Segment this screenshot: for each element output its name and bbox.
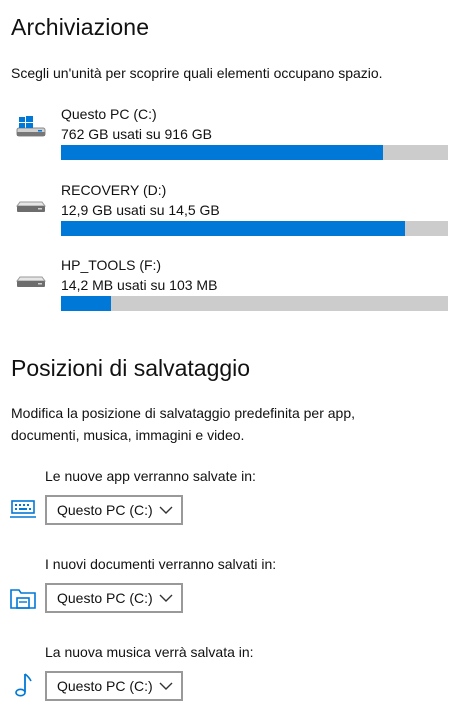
drive-item-d[interactable]: RECOVERY (D:) 12,9 GB usati su 14,5 GB	[0, 182, 466, 244]
drive-name: Questo PC (C:)	[61, 106, 157, 122]
drive-usage-fill	[61, 145, 383, 160]
chevron-down-icon	[159, 594, 173, 602]
drive-icon	[16, 276, 46, 287]
chevron-down-icon	[159, 682, 173, 690]
drive-usage-fill	[61, 221, 406, 236]
keyboard-icon	[10, 500, 36, 518]
drive-usage: 12,9 GB usati su 14,5 GB	[61, 202, 220, 218]
music-note-icon	[15, 673, 32, 697]
storage-subtitle: Scegli un'unità per scoprire quali eleme…	[11, 65, 383, 81]
storage-title: Archiviazione	[11, 14, 150, 40]
drive-item-c[interactable]: Questo PC (C:) 762 GB usati su 916 GB	[0, 106, 466, 168]
drive-name: RECOVERY (D:)	[61, 182, 167, 198]
drive-usage: 762 GB usati su 916 GB	[61, 126, 212, 142]
drive-usage-bar	[61, 296, 448, 311]
save-locations-title: Posizioni di salvataggio	[11, 355, 251, 381]
new-apps-location-select[interactable]: Questo PC (C:)	[45, 495, 183, 525]
new-music-location-select[interactable]: Questo PC (C:)	[45, 671, 183, 701]
windows-drive-icon	[16, 116, 46, 137]
save-locations-description-line1: Modifica la posizione di salvataggio pre…	[11, 405, 355, 421]
drive-name: HP_TOOLS (F:)	[61, 257, 162, 273]
drive-usage-bar	[61, 221, 448, 236]
select-value: Questo PC (C:)	[57, 678, 153, 694]
select-value: Questo PC (C:)	[57, 502, 153, 518]
new-documents-location-select[interactable]: Questo PC (C:)	[45, 583, 183, 613]
drive-icon	[16, 201, 46, 212]
select-value: Questo PC (C:)	[57, 590, 153, 606]
new-music-label: La nuova musica verrà salvata in:	[45, 644, 254, 660]
new-documents-label: I nuovi documenti verranno salvati in:	[45, 556, 277, 572]
drive-usage-bar	[61, 145, 448, 160]
drive-item-f[interactable]: HP_TOOLS (F:) 14,2 MB usati su 103 MB	[0, 257, 466, 319]
new-apps-label: Le nuove app verranno salvate in:	[45, 468, 256, 484]
documents-folder-icon	[10, 589, 36, 609]
save-locations-description-line2: documenti, musica, immagini e video.	[11, 427, 245, 443]
drive-usage-fill	[61, 296, 111, 311]
chevron-down-icon	[159, 506, 173, 514]
drive-usage: 14,2 MB usati su 103 MB	[61, 277, 218, 293]
